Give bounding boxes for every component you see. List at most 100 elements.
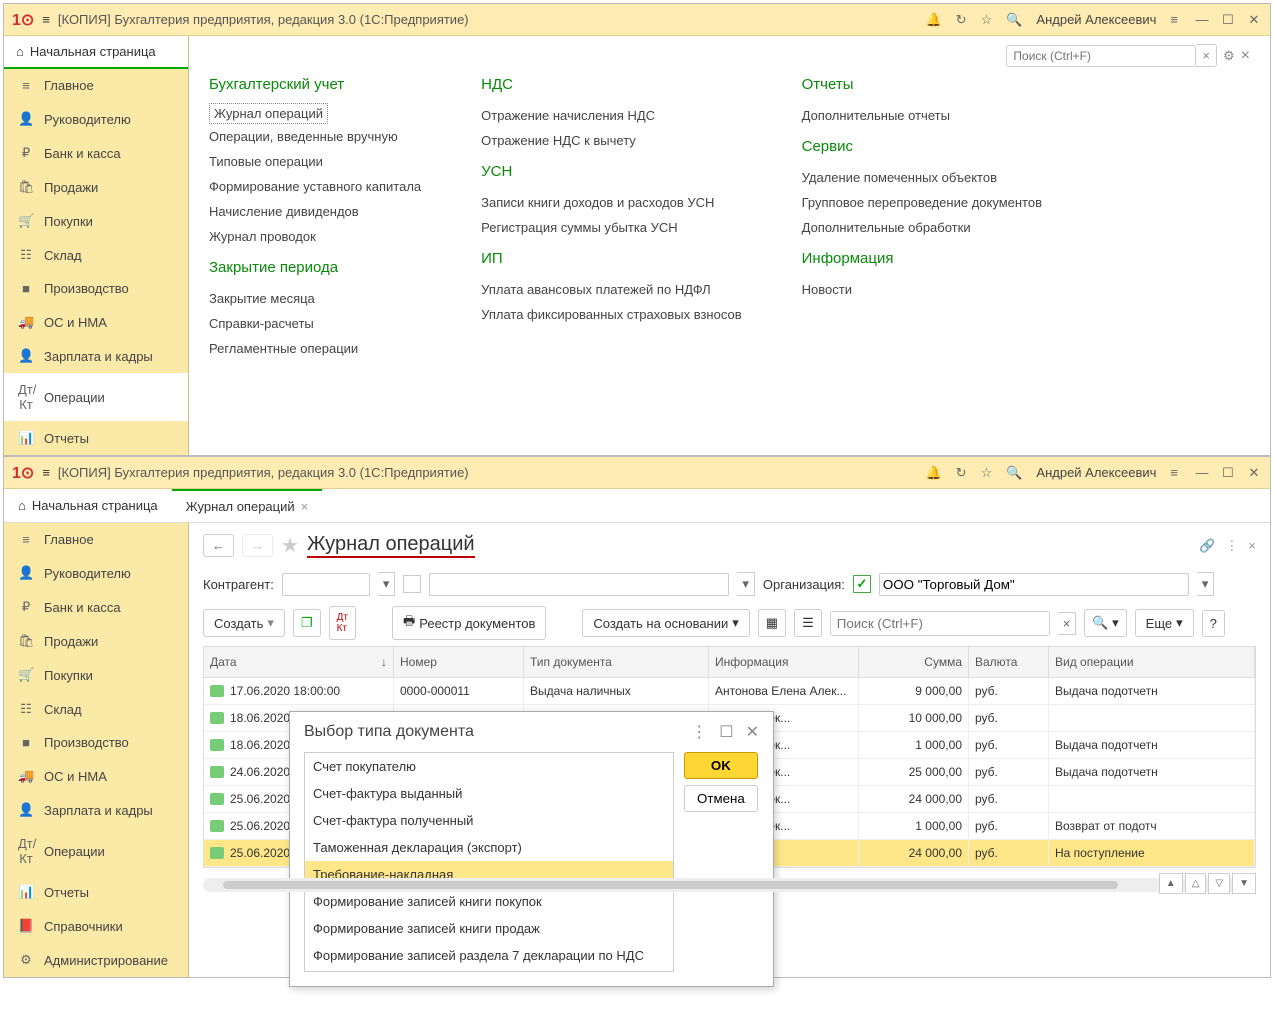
col-type[interactable]: Тип документа: [524, 647, 709, 677]
sidebar-item[interactable]: 👤Зарплата и кадры: [4, 339, 188, 373]
tab-journal[interactable]: Журнал операций ×: [172, 489, 323, 522]
menu-link[interactable]: Дополнительные обработки: [802, 215, 1042, 240]
clear-search-button[interactable]: ×: [1196, 44, 1217, 67]
doc-type-item[interactable]: Счет покупателю: [305, 753, 673, 780]
star-icon[interactable]: ☆: [981, 465, 993, 481]
sidebar-item[interactable]: 📕Справочники: [4, 909, 188, 943]
organization-input[interactable]: [879, 573, 1189, 596]
sidebar-item[interactable]: ☷Склад: [4, 238, 188, 272]
doc-type-item[interactable]: Формирование записей раздела 7 деклараци…: [305, 942, 673, 969]
menu-link[interactable]: Журнал проводок: [209, 224, 421, 249]
table-down-button[interactable]: ▽: [1208, 873, 1230, 894]
sidebar-item[interactable]: 📊Отчеты: [4, 875, 188, 909]
panel-close-icon[interactable]: ×: [1248, 538, 1256, 554]
col-cur[interactable]: Валюта: [969, 647, 1049, 677]
tab-close-icon[interactable]: ×: [301, 499, 309, 514]
table-search-input[interactable]: [830, 611, 1050, 636]
sidebar-item[interactable]: ₽Банк и касса: [4, 590, 188, 624]
star-icon[interactable]: ☆: [981, 12, 993, 28]
col-op[interactable]: Вид операции: [1049, 647, 1255, 677]
sidebar-item[interactable]: 👤Зарплата и кадры: [4, 793, 188, 827]
filter-checkbox-1[interactable]: [403, 575, 421, 593]
panel-close-icon[interactable]: ×: [1241, 47, 1250, 65]
copy-button[interactable]: ❐: [293, 609, 321, 637]
history-icon[interactable]: ↻: [956, 12, 967, 28]
sidebar-item[interactable]: 👤Руководителю: [4, 102, 188, 136]
sidebar-item[interactable]: ⚙Администрирование: [4, 943, 188, 977]
counterparty-input[interactable]: [282, 573, 370, 596]
bell-icon[interactable]: 🔔: [925, 12, 941, 28]
sidebar-item[interactable]: 🛒Покупки: [4, 658, 188, 692]
grid-icon-button[interactable]: ▦: [758, 609, 786, 637]
menu-link[interactable]: Дополнительные отчеты: [802, 103, 1042, 128]
menu-icon[interactable]: ≡: [42, 12, 50, 27]
ok-button[interactable]: OK: [684, 752, 758, 779]
user-name[interactable]: Андрей Алексеевич: [1036, 12, 1156, 27]
sidebar-item[interactable]: 👤Руководителю: [4, 556, 188, 590]
dialog-maximize-icon[interactable]: ☐: [719, 722, 733, 742]
forward-button[interactable]: →: [242, 534, 273, 557]
more-button[interactable]: Еще ▾: [1135, 609, 1194, 637]
sidebar-item[interactable]: 🚚ОС и НМА: [4, 759, 188, 793]
favorite-star-icon[interactable]: ★: [281, 533, 299, 558]
registry-button[interactable]: 🖶 Реестр документов: [392, 606, 546, 640]
dtkt-button[interactable]: ДтКт: [329, 606, 356, 640]
settings-bars-icon[interactable]: ≡: [1170, 12, 1178, 27]
clear-table-search[interactable]: ×: [1058, 612, 1077, 635]
find-button[interactable]: 🔍 ▾: [1084, 609, 1126, 637]
org-dropdown[interactable]: ▾: [1197, 572, 1215, 596]
menu-link[interactable]: Групповое перепроведение документов: [802, 190, 1042, 215]
org-checkbox[interactable]: ✓: [853, 575, 871, 593]
doc-type-item[interactable]: Формирование записей книги покупок: [305, 888, 673, 915]
sidebar-item[interactable]: 🛍Продажи: [4, 624, 188, 658]
table-up-button[interactable]: △: [1185, 873, 1207, 894]
bell-icon[interactable]: 🔔: [925, 465, 941, 481]
col-date[interactable]: Дата: [210, 655, 237, 669]
history-icon[interactable]: ↻: [956, 465, 967, 481]
sidebar-item[interactable]: ■Производство: [4, 272, 188, 305]
menu-link[interactable]: Типовые операции: [209, 149, 421, 174]
sidebar-item[interactable]: 🛒Покупки: [4, 204, 188, 238]
doc-type-item[interactable]: Формирование записей книги продаж: [305, 915, 673, 942]
table-row[interactable]: 17.06.2020 18:00:00 0000-000011 Выдача н…: [204, 678, 1255, 705]
sidebar-item[interactable]: ≡Главное: [4, 523, 188, 556]
horizontal-scrollbar[interactable]: [203, 878, 1256, 892]
gear-icon[interactable]: ⚙: [1223, 48, 1235, 64]
doc-type-item[interactable]: Таможенная декларация (экспорт): [305, 834, 673, 861]
col-num[interactable]: Номер: [394, 647, 524, 677]
menu-link[interactable]: Отражение НДС к вычету: [481, 128, 741, 153]
create-button[interactable]: Создать ▾: [203, 609, 285, 637]
menu-link[interactable]: Новости: [802, 277, 1042, 302]
create-based-button[interactable]: Создать на основании ▾: [582, 609, 749, 637]
user-name[interactable]: Андрей Алексеевич: [1036, 465, 1156, 480]
sidebar-item[interactable]: ☷Склад: [4, 692, 188, 726]
sidebar-item[interactable]: 📊Отчеты: [4, 421, 188, 455]
search-icon[interactable]: 🔍: [1006, 12, 1022, 28]
list-icon-button[interactable]: ☰: [794, 609, 822, 637]
menu-link[interactable]: Формирование уставного капитала: [209, 174, 421, 199]
close-button[interactable]: ✕: [1246, 12, 1262, 28]
menu-link[interactable]: Журнал операций: [209, 103, 328, 124]
link-icon[interactable]: 🔗: [1199, 538, 1215, 554]
menu-link[interactable]: Регламентные операции: [209, 336, 421, 361]
menu-link[interactable]: Отражение начисления НДС: [481, 103, 741, 128]
maximize-button[interactable]: ☐: [1220, 465, 1236, 481]
doc-type-list[interactable]: Счет покупателюСчет-фактура выданныйСчет…: [304, 752, 674, 972]
cancel-button[interactable]: Отмена: [684, 785, 758, 812]
minimize-button[interactable]: —: [1194, 12, 1210, 28]
sidebar-item[interactable]: 🚚ОС и НМА: [4, 305, 188, 339]
menu-link[interactable]: Начисление дивидендов: [209, 199, 421, 224]
menu-link[interactable]: Регистрация суммы убытка УСН: [481, 215, 741, 240]
sidebar-item[interactable]: Дт/КтОперации: [4, 827, 188, 875]
back-button[interactable]: ←: [203, 534, 234, 557]
doc-type-item[interactable]: Счет-фактура полученный: [305, 807, 673, 834]
menu-link[interactable]: Закрытие месяца: [209, 286, 421, 311]
menu-link[interactable]: Операции, введенные вручную: [209, 124, 421, 149]
more-vert-icon[interactable]: ⋮: [1225, 538, 1238, 554]
tab-start-page[interactable]: ⌂ Начальная страница: [4, 489, 172, 522]
col-info[interactable]: Информация: [709, 647, 859, 677]
search-icon[interactable]: 🔍: [1006, 465, 1022, 481]
menu-link[interactable]: Удаление помеченных объектов: [802, 165, 1042, 190]
counterparty-dropdown[interactable]: ▾: [378, 572, 396, 596]
sidebar-item[interactable]: 🛍Продажи: [4, 170, 188, 204]
